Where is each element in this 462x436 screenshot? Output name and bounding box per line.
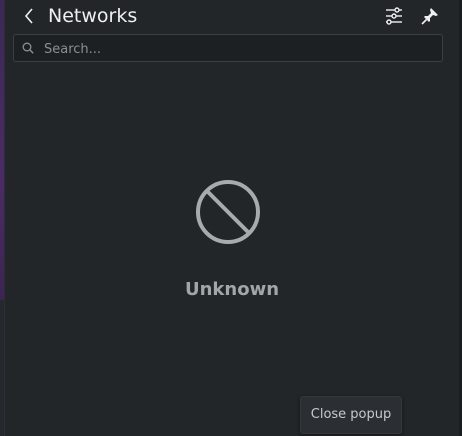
search-field[interactable] [13,34,443,62]
prohibited-icon [196,180,260,244]
back-button[interactable] [19,4,39,28]
popup-header: Networks [5,0,459,32]
close-popup-tooltip: Close popup [300,396,402,434]
page-title: Networks [48,5,138,27]
pin-button[interactable] [418,4,442,28]
configure-icon [386,7,402,25]
status-text: Unknown [184,279,280,300]
chevron-left-icon [24,8,33,24]
pin-icon [421,8,438,25]
configure-button[interactable] [382,4,406,28]
search-input[interactable] [42,38,441,60]
networks-popup: Networks Unknown [4,0,459,436]
search-icon [22,42,34,54]
